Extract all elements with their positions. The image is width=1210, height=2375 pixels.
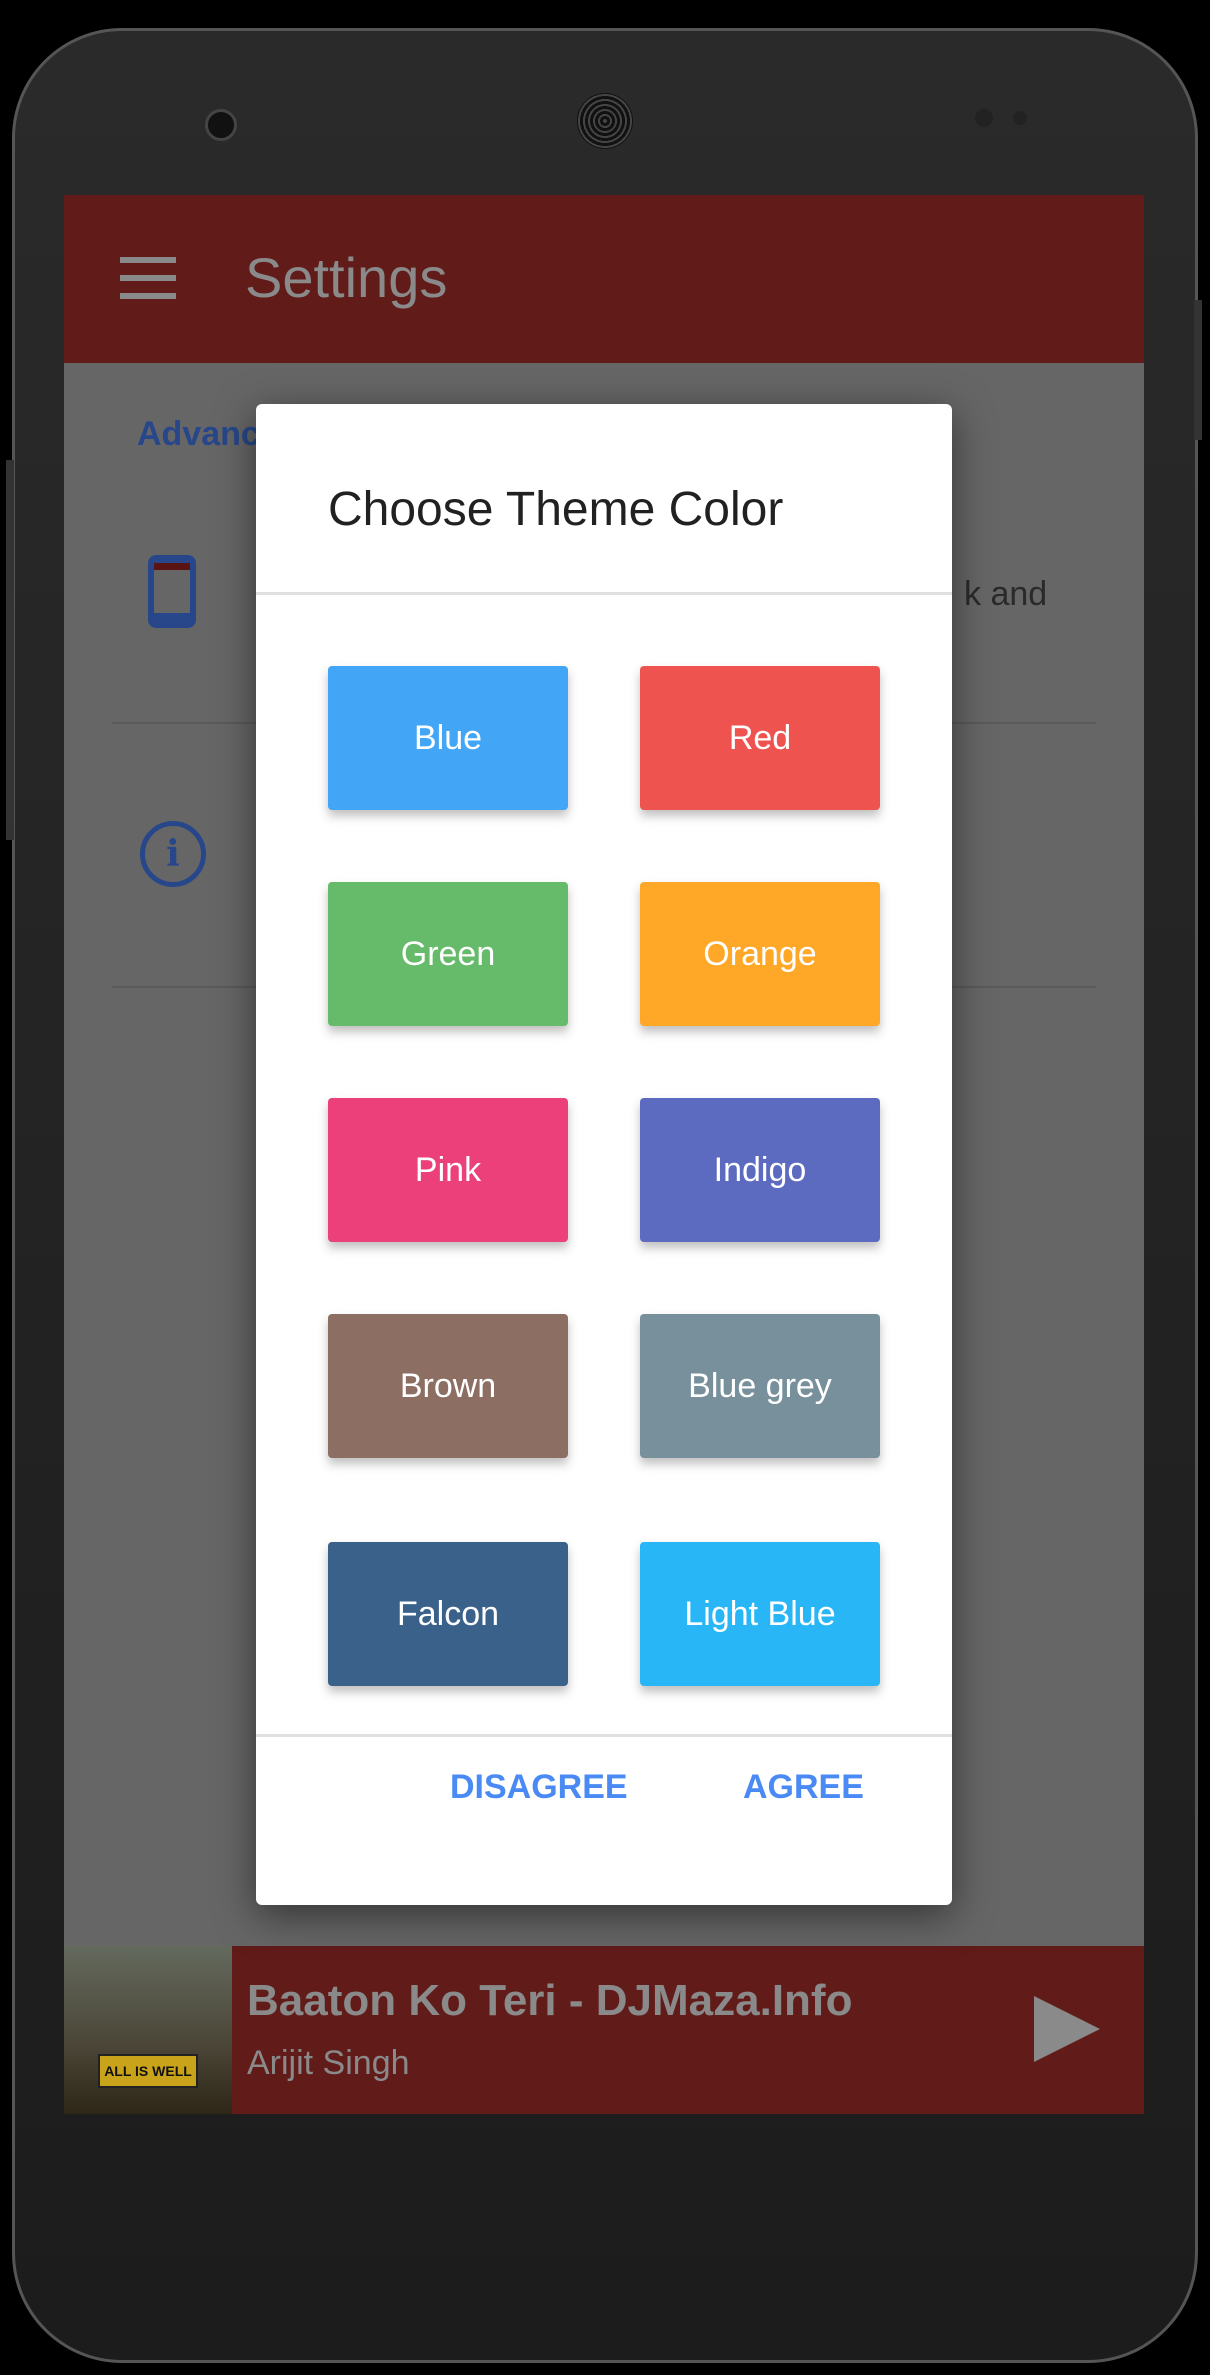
info-icon: i (140, 821, 206, 887)
divider (256, 1734, 952, 1737)
album-art: ALL IS WELL (64, 1946, 232, 2114)
theme-color-dialog: Choose Theme Color Blue Red Green Orange Pin… (256, 404, 952, 1905)
color-option-indigo[interactable]: Indigo (640, 1098, 880, 1242)
hamburger-menu-icon[interactable] (120, 257, 176, 299)
page-title: Settings (245, 246, 448, 309)
play-icon[interactable] (1034, 1996, 1100, 2062)
color-option-blue-grey[interactable]: Blue grey (640, 1314, 880, 1458)
color-option-brown[interactable]: Brown (328, 1314, 568, 1458)
section-header: Advanc (137, 415, 260, 453)
agree-button[interactable]: AGREE (743, 1768, 864, 1807)
sensor-icon (1013, 111, 1027, 125)
power-button (1194, 300, 1202, 440)
artist-name: Arijit Singh (247, 2044, 410, 2082)
app-screen: Settings Advanc k and i ALL IS WELL Baat… (64, 195, 1144, 2114)
speaker-grille-icon (577, 93, 633, 149)
color-option-green[interactable]: Green (328, 882, 568, 1026)
setting-description: k and (964, 575, 1048, 613)
front-camera-icon (205, 109, 237, 141)
color-option-blue[interactable]: Blue (328, 666, 568, 810)
song-title: Baaton Ko Teri - DJMaza.Info (247, 1976, 853, 2025)
mini-player[interactable]: ALL IS WELL Baaton Ko Teri - DJMaza.Info… (64, 1946, 1144, 2114)
dialog-title: Choose Theme Color (328, 483, 784, 536)
color-option-falcon[interactable]: Falcon (328, 1542, 568, 1686)
color-option-red[interactable]: Red (640, 666, 880, 810)
color-option-orange[interactable]: Orange (640, 882, 880, 1026)
album-art-caption: ALL IS WELL (98, 2054, 198, 2088)
toolbar: Settings (64, 195, 1144, 363)
sensor-icon (975, 109, 993, 127)
divider (256, 592, 952, 595)
phone-icon (148, 555, 196, 628)
color-option-pink[interactable]: Pink (328, 1098, 568, 1242)
volume-button (6, 460, 14, 840)
color-option-light-blue[interactable]: Light Blue (640, 1542, 880, 1686)
disagree-button[interactable]: DISAGREE (450, 1768, 628, 1807)
